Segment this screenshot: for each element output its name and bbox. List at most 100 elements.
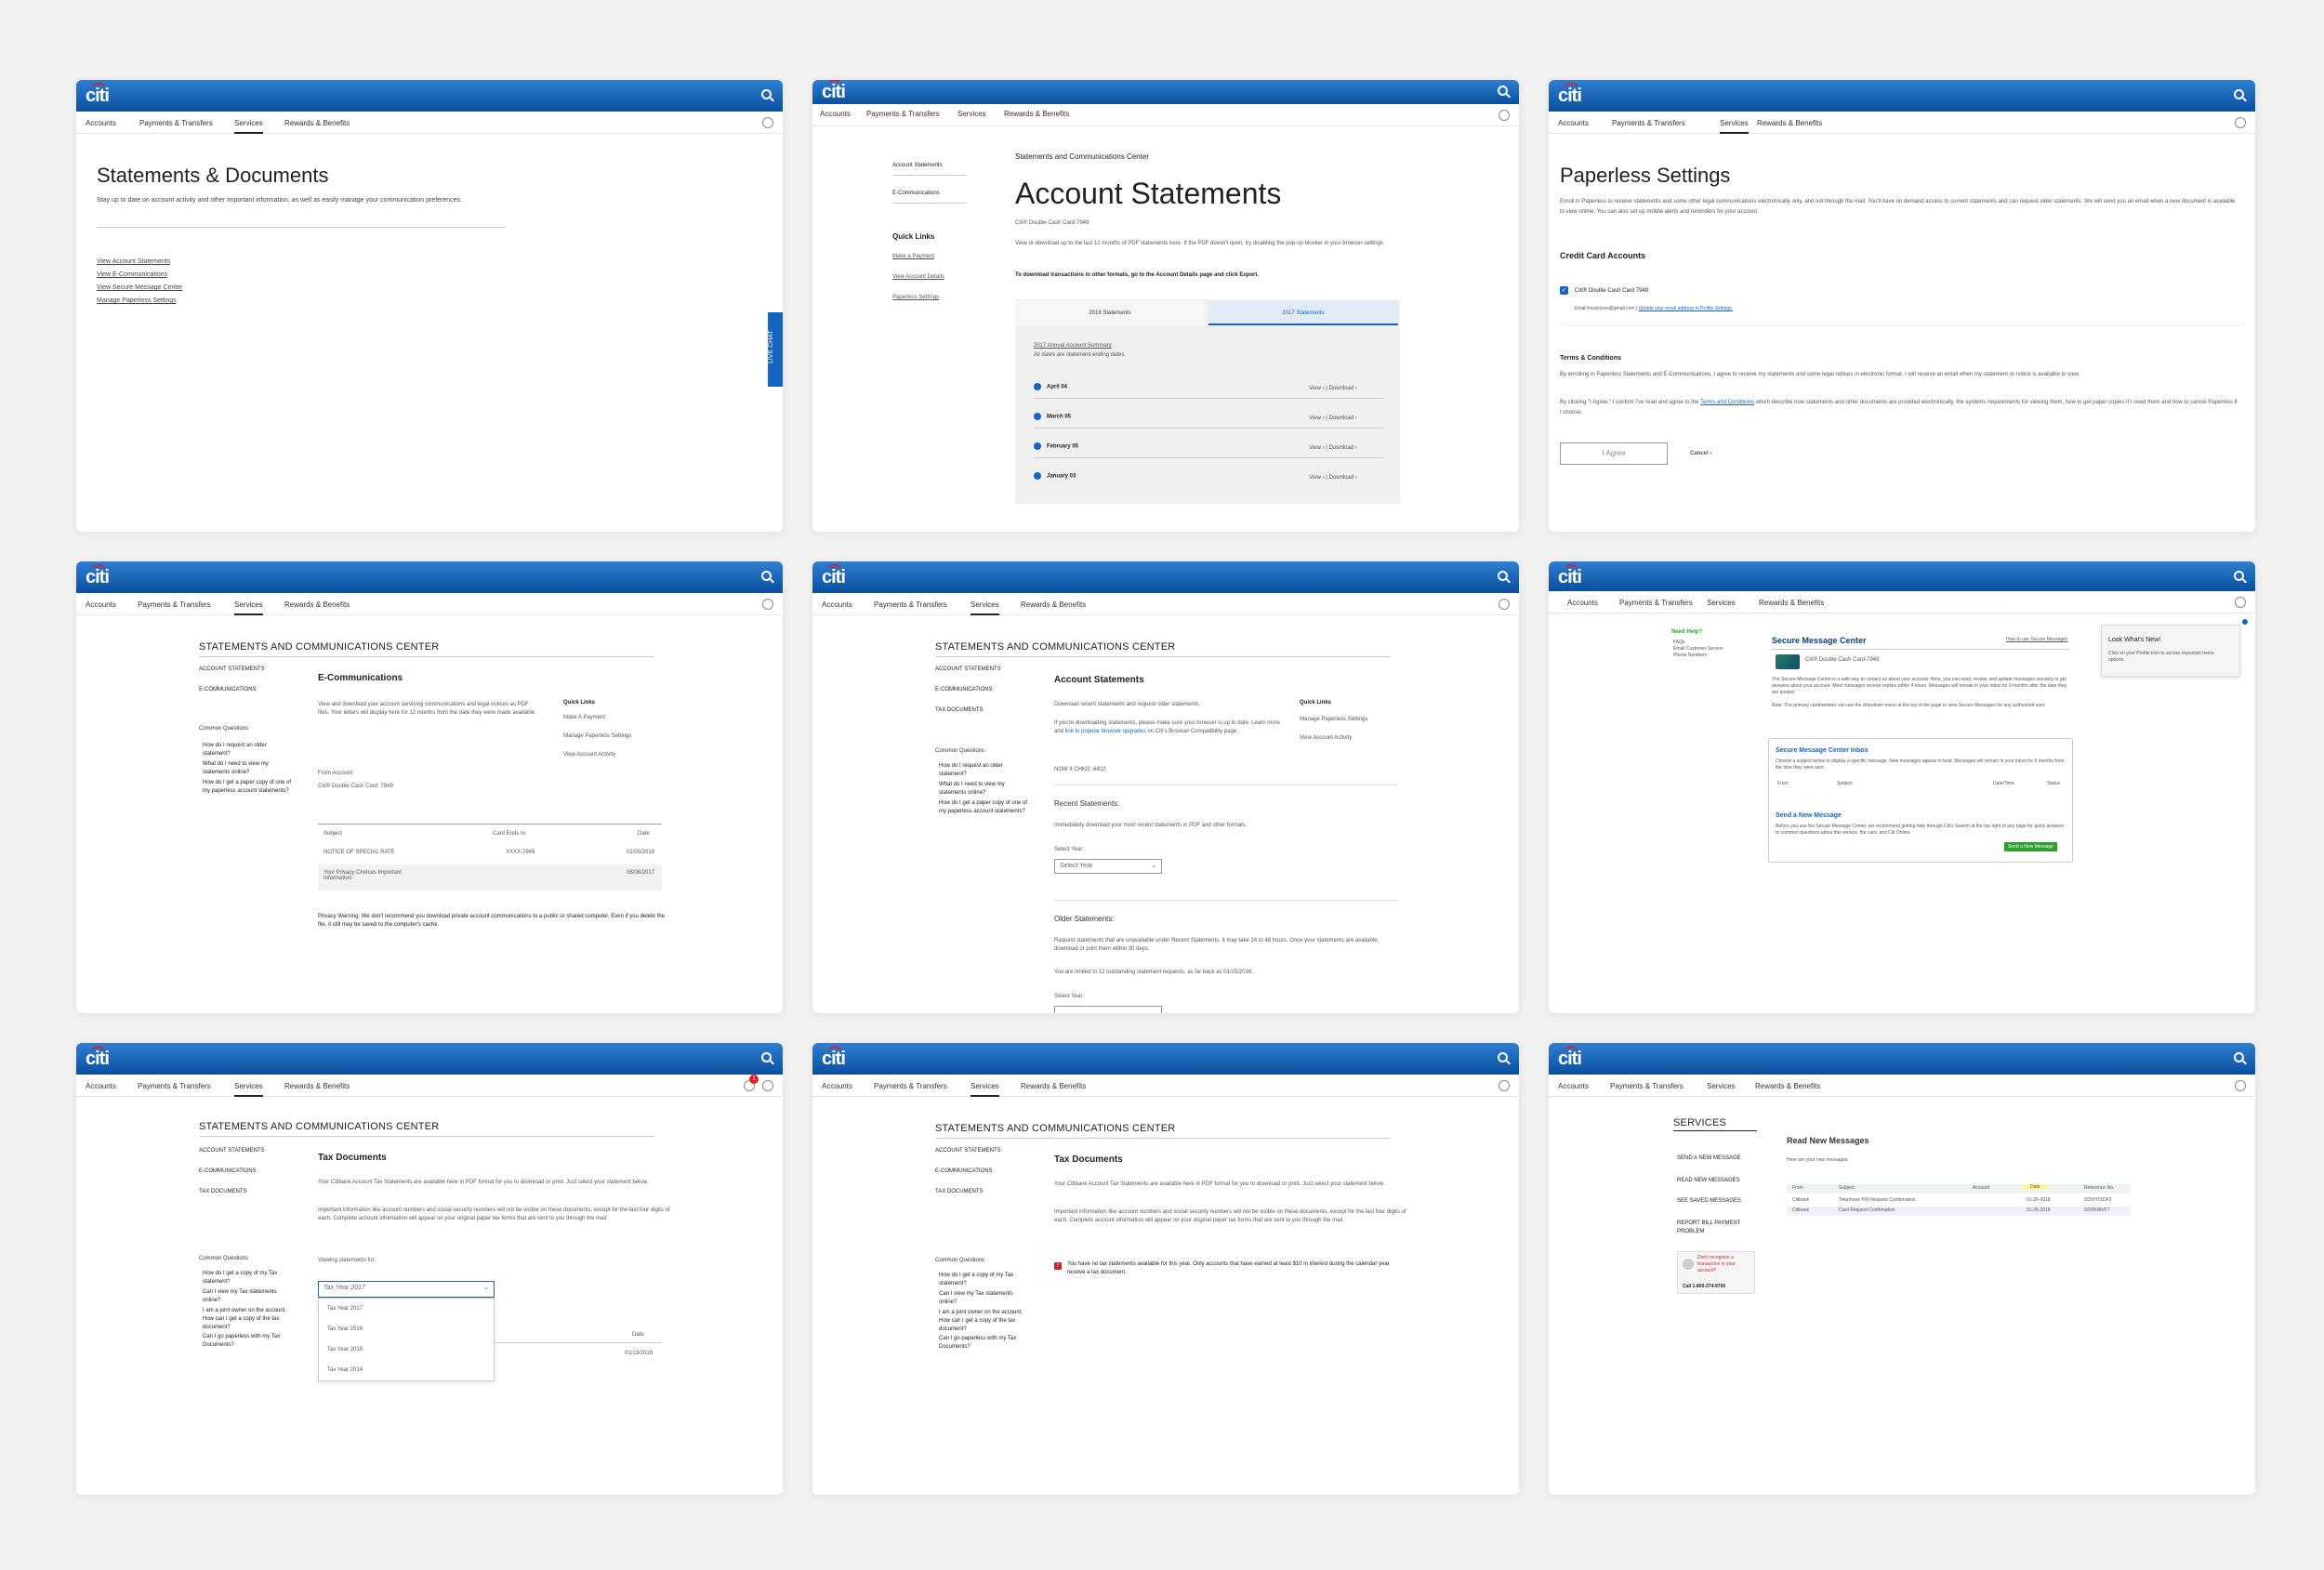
side-e-communications[interactable]: E-COMMUNICATIONS bbox=[199, 1168, 257, 1176]
nav-services[interactable]: Services bbox=[1707, 599, 1736, 607]
profile-icon[interactable] bbox=[2235, 117, 2246, 128]
paperless-checkbox[interactable]: ✓ bbox=[1560, 286, 1568, 295]
search-icon[interactable] bbox=[761, 571, 772, 581]
nav-payments[interactable]: Payments & Transfers bbox=[874, 600, 947, 609]
nav-rewards[interactable]: Rewards & Benefits bbox=[1004, 110, 1069, 118]
link-view-e-communications[interactable]: View E-Communications bbox=[97, 270, 167, 280]
nav-accounts[interactable]: Accounts bbox=[86, 600, 116, 609]
help-email[interactable]: Email Customer Service bbox=[1673, 646, 1723, 653]
profile-icon[interactable] bbox=[1499, 1080, 1510, 1091]
side-tax-documents[interactable]: TAX DOCUMENTS bbox=[935, 1188, 984, 1196]
nav-services[interactable]: Services bbox=[971, 1082, 999, 1097]
nav-rewards[interactable]: Rewards & Benefits bbox=[284, 1082, 350, 1090]
nav-accounts[interactable]: Accounts bbox=[86, 1082, 116, 1090]
citi-logo[interactable]: citi bbox=[1558, 1046, 1582, 1070]
help-phone[interactable]: Phone Numbers bbox=[1673, 653, 1707, 659]
nav-rewards[interactable]: Rewards & Benefits bbox=[1759, 599, 1824, 607]
citi-logo[interactable]: citi bbox=[1558, 83, 1582, 107]
nav-services[interactable]: Services bbox=[234, 600, 263, 615]
side-account-statements[interactable]: ACCOUNT STATEMENTS bbox=[935, 666, 1001, 674]
view-button[interactable]: View › | Download › bbox=[1309, 474, 1357, 482]
nav-accounts[interactable]: Accounts bbox=[1567, 599, 1598, 607]
live-chat-tab[interactable]: LIVE CHAT bbox=[768, 312, 783, 387]
search-icon[interactable] bbox=[1498, 571, 1508, 581]
option-2016[interactable]: Tax Year 2016 bbox=[327, 1326, 363, 1334]
row-subject[interactable]: Card Request Confirmation bbox=[1839, 1207, 1895, 1213]
profile-icon[interactable] bbox=[1499, 599, 1510, 610]
nav-accounts[interactable]: Accounts bbox=[820, 110, 851, 118]
side-account-statements[interactable]: ACCOUNT STATEMENTS bbox=[199, 666, 265, 674]
col-date[interactable]: Date bbox=[638, 831, 650, 837]
quick-make-payment[interactable]: Make A Payment bbox=[563, 714, 605, 722]
nav-services[interactable]: Services bbox=[1720, 119, 1749, 134]
col-subject[interactable]: Subject bbox=[324, 831, 342, 837]
search-icon[interactable] bbox=[1498, 1052, 1508, 1062]
nav-payments[interactable]: Payments & Transfers bbox=[1610, 1082, 1684, 1090]
faq-tax-copy[interactable]: How do I get a copy of my Tax statement? bbox=[939, 1272, 1028, 1288]
side-tax-documents[interactable]: TAX DOCUMENTS bbox=[935, 706, 984, 715]
citi-logo[interactable]: citi bbox=[86, 564, 110, 588]
side-e-communications[interactable]: E-Communications bbox=[892, 190, 940, 198]
row-subject[interactable]: Telephone PIN Request Confirmation bbox=[1839, 1197, 1916, 1203]
col-date[interactable]: Date/Time bbox=[1993, 781, 2014, 786]
faq-paper-copy[interactable]: How do I get a paper copy of one of my p… bbox=[939, 799, 1028, 816]
citi-logo[interactable]: citi bbox=[822, 80, 846, 103]
citi-logo[interactable]: citi bbox=[86, 83, 110, 107]
nav-accounts[interactable]: Accounts bbox=[1558, 119, 1589, 127]
profile-icon[interactable] bbox=[762, 599, 773, 610]
nav-services[interactable]: Services bbox=[234, 1082, 263, 1097]
faq-tax-paperless[interactable]: Can I go paperless with my Tax Documents… bbox=[939, 1335, 1028, 1352]
faq-tax-paperless[interactable]: Can I go paperless with my Tax Documents… bbox=[203, 1333, 292, 1350]
quick-manage-paperless[interactable]: Manage Paperless Settings bbox=[563, 732, 631, 741]
row-subject[interactable]: Your Privacy Choices Important Informati… bbox=[324, 870, 426, 881]
nav-accounts[interactable]: Accounts bbox=[822, 1082, 852, 1090]
side-read-messages[interactable]: READ NEW MESSAGES bbox=[1677, 1177, 1740, 1185]
nav-rewards[interactable]: Rewards & Benefits bbox=[1755, 1082, 1820, 1090]
nav-rewards[interactable]: Rewards & Benefits bbox=[1021, 600, 1086, 609]
nav-services[interactable]: Services bbox=[234, 119, 263, 134]
faq-older-statement[interactable]: How do I request an older statement? bbox=[203, 742, 277, 759]
view-button[interactable]: View › | Download › bbox=[1309, 385, 1357, 393]
side-account-statements[interactable]: ACCOUNT STATEMENTS bbox=[199, 1147, 265, 1155]
link-manage-paperless[interactable]: Manage Paperless Settings bbox=[97, 296, 177, 306]
col-from[interactable]: From bbox=[1777, 781, 1789, 786]
quick-view-account-details[interactable]: View Account Details bbox=[892, 273, 944, 282]
help-faqs[interactable]: FAQs bbox=[1673, 640, 1685, 646]
faq-tax-online[interactable]: Can I view my Tax statements online? bbox=[939, 1290, 1028, 1307]
faq-tax-joint[interactable]: I am a joint owner on the account. How c… bbox=[203, 1307, 296, 1332]
search-icon[interactable] bbox=[2234, 571, 2244, 581]
faq-view-online[interactable]: What do I need to view my statements onl… bbox=[939, 781, 1013, 798]
select-year-dropdown[interactable]: Select Year ⌄ bbox=[1054, 859, 1162, 874]
nav-payments[interactable]: Payments & Transfers bbox=[139, 119, 213, 127]
faq-tax-online[interactable]: Can I view my Tax statements online? bbox=[203, 1288, 292, 1305]
side-tax-documents[interactable]: TAX DOCUMENTS bbox=[199, 1188, 247, 1196]
nav-payments[interactable]: Payments & Transfers bbox=[866, 110, 940, 118]
notification-dot-icon[interactable] bbox=[2240, 617, 2250, 627]
quick-view-activity[interactable]: View Account Activity bbox=[1300, 734, 1352, 743]
faq-paper-copy[interactable]: How do I get a paper copy of one of my p… bbox=[203, 779, 292, 796]
nav-accounts[interactable]: Accounts bbox=[86, 119, 116, 127]
annual-summary-link[interactable]: 2017 Annual Account Summary bbox=[1034, 342, 1112, 350]
nav-payments[interactable]: Payments & Transfers bbox=[138, 1082, 211, 1090]
profile-icon[interactable] bbox=[762, 117, 773, 128]
quick-manage-paperless[interactable]: Manage Paperless Settings bbox=[1300, 716, 1367, 724]
nav-services[interactable]: Services bbox=[971, 600, 999, 615]
tab-2018-statements[interactable]: 2018 Statements bbox=[1015, 301, 1205, 325]
side-account-statements[interactable]: Account Statements bbox=[892, 162, 943, 170]
agree-button[interactable]: I Agree bbox=[1560, 442, 1668, 465]
nav-services[interactable]: Services bbox=[957, 110, 986, 118]
citi-logo[interactable]: citi bbox=[822, 1046, 846, 1070]
col-status[interactable]: Status bbox=[2047, 781, 2060, 786]
quick-make-payment[interactable]: Make a Payment bbox=[892, 253, 934, 261]
how-to-link[interactable]: How to use Secure Messages bbox=[2006, 636, 2067, 644]
col-date[interactable]: Date bbox=[2023, 1184, 2048, 1190]
side-e-communications[interactable]: E-COMMUNICATIONS bbox=[935, 686, 993, 694]
send-message-button[interactable]: Send a New Message bbox=[2004, 842, 2057, 851]
col-account[interactable]: Account bbox=[1973, 1185, 1989, 1191]
col-subject[interactable]: Subject bbox=[1837, 781, 1853, 786]
nav-services[interactable]: Services bbox=[1707, 1082, 1736, 1090]
nav-payments[interactable]: Payments & Transfers bbox=[138, 600, 211, 609]
search-icon[interactable] bbox=[761, 1052, 772, 1062]
search-icon[interactable] bbox=[761, 89, 772, 99]
col-card-ends[interactable]: Card Ends In bbox=[493, 831, 525, 837]
